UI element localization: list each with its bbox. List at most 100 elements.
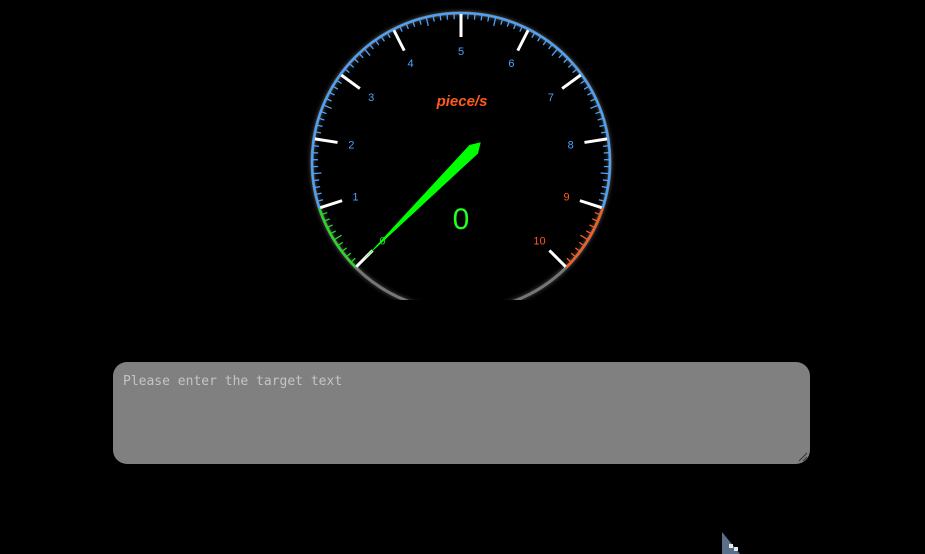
minor-tick xyxy=(412,21,416,27)
minor-tick xyxy=(548,44,553,50)
scale-label: 6 xyxy=(508,58,514,70)
minor-tick xyxy=(342,247,348,252)
minor-tick xyxy=(567,63,573,68)
pointer-cursor-icon xyxy=(722,532,740,554)
scale-label: 10 xyxy=(533,235,545,247)
minor-tick xyxy=(600,131,607,134)
scale-label: 9 xyxy=(564,191,570,203)
minor-tick xyxy=(319,117,325,121)
minor-tick xyxy=(330,230,337,234)
minor-tick xyxy=(315,131,322,134)
minor-tick xyxy=(480,15,483,21)
major-tick xyxy=(548,249,567,268)
minor-tick xyxy=(578,241,584,246)
minor-tick xyxy=(583,86,589,90)
minor-tick xyxy=(314,179,320,182)
minor-tick xyxy=(599,124,605,128)
minor-tick xyxy=(336,80,342,85)
scale-label: 7 xyxy=(548,92,554,104)
minor-tick xyxy=(580,234,588,240)
minor-tick xyxy=(603,145,609,147)
resize-grip-icon[interactable] xyxy=(798,452,808,462)
target-text-box[interactable] xyxy=(113,362,810,464)
minor-tick xyxy=(600,172,609,175)
minor-tick xyxy=(600,192,606,195)
major-tick xyxy=(392,29,406,52)
minor-tick xyxy=(487,16,490,22)
minor-tick xyxy=(563,58,568,63)
minor-tick xyxy=(537,36,541,42)
minor-tick xyxy=(558,53,563,59)
scale-label: 5 xyxy=(458,46,464,58)
minor-tick xyxy=(322,211,328,215)
minor-tick xyxy=(598,199,604,202)
major-tick xyxy=(319,199,343,210)
gauge-needle xyxy=(362,142,481,261)
major-tick xyxy=(340,73,361,90)
minor-tick xyxy=(324,218,331,222)
minor-tick xyxy=(329,92,335,96)
minor-tick xyxy=(590,98,596,102)
minor-tick xyxy=(594,211,600,215)
minor-tick xyxy=(324,104,332,110)
minor-tick xyxy=(316,192,322,195)
minor-tick xyxy=(351,257,356,263)
minor-tick xyxy=(551,49,558,56)
minor-tick xyxy=(317,124,323,128)
minor-tick xyxy=(595,111,601,115)
minor-tick xyxy=(369,44,374,50)
minor-tick xyxy=(399,26,403,32)
minor-tick xyxy=(313,145,319,147)
minor-tick xyxy=(381,36,385,42)
minor-tick xyxy=(570,252,576,257)
scale-label: 4 xyxy=(408,58,414,70)
minor-tick xyxy=(519,26,523,32)
major-tick xyxy=(314,137,338,144)
minor-tick xyxy=(601,185,607,189)
major-tick xyxy=(584,137,608,144)
minor-tick xyxy=(405,24,409,30)
minor-tick xyxy=(327,224,333,228)
minor-tick xyxy=(580,80,586,85)
minor-tick xyxy=(506,21,510,27)
minor-tick xyxy=(318,199,324,202)
minor-tick xyxy=(574,247,580,252)
minor-tick xyxy=(321,111,327,115)
minor-tick xyxy=(585,230,592,234)
minor-tick xyxy=(346,252,352,257)
target-text-input[interactable] xyxy=(123,374,800,452)
scale-label: 2 xyxy=(348,140,354,152)
minor-tick xyxy=(513,24,517,30)
minor-tick xyxy=(500,19,503,25)
minor-tick xyxy=(345,68,350,74)
minor-tick xyxy=(315,185,321,189)
minor-tick xyxy=(333,86,339,90)
minor-tick xyxy=(493,17,497,27)
minor-tick xyxy=(326,98,332,102)
minor-tick xyxy=(313,172,322,175)
minor-tick xyxy=(590,104,598,110)
scale-label: 3 xyxy=(368,92,374,104)
scale-label: 8 xyxy=(568,140,574,152)
minor-tick xyxy=(432,16,435,22)
minor-tick xyxy=(338,241,344,246)
minor-tick xyxy=(602,179,608,182)
minor-tick xyxy=(531,33,535,39)
minor-tick xyxy=(542,40,547,46)
major-tick xyxy=(579,199,603,210)
minor-tick xyxy=(566,257,571,263)
minor-tick xyxy=(587,92,593,96)
minor-tick xyxy=(334,234,342,240)
minor-tick xyxy=(364,49,371,56)
gauge-arc-segment xyxy=(311,11,611,209)
minor-tick xyxy=(349,63,355,68)
scale-label: 1 xyxy=(352,191,358,203)
minor-tick xyxy=(419,19,422,25)
minor-tick xyxy=(589,224,595,228)
minor-tick xyxy=(439,15,442,21)
unit-label: piece/s xyxy=(436,93,488,110)
minor-tick xyxy=(572,68,577,74)
minor-tick xyxy=(387,33,391,39)
minor-tick xyxy=(375,40,380,46)
minor-tick xyxy=(597,117,603,121)
